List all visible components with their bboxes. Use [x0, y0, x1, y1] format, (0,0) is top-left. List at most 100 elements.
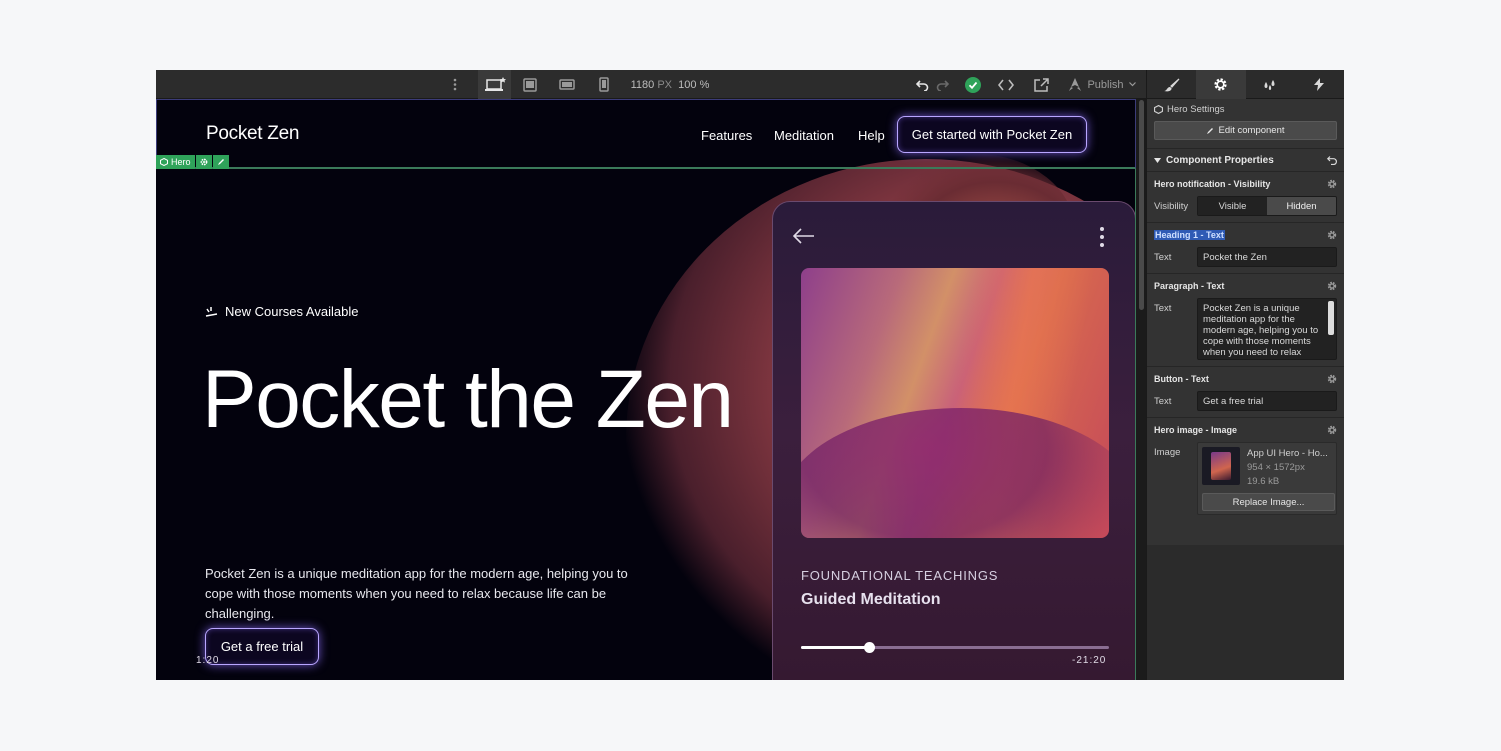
playback-progress-bar[interactable]	[801, 642, 1109, 653]
more-vertical-icon	[1100, 227, 1104, 247]
hero-paragraph: Pocket Zen is a unique meditation app fo…	[205, 566, 628, 621]
heading-section-title: Heading 1 - Text	[1154, 230, 1225, 240]
hero-settings-header: Hero Settings	[1147, 99, 1344, 120]
gear-icon[interactable]	[1327, 425, 1337, 435]
button-text-input[interactable]: Get a free trial	[1197, 391, 1337, 411]
undo-icon[interactable]	[912, 70, 932, 99]
desktop-breakpoint-icon[interactable]	[478, 70, 511, 99]
hero-tag-settings[interactable]	[195, 155, 212, 169]
nav-link-features[interactable]: Features	[701, 128, 752, 143]
replace-image-button[interactable]: Replace Image...	[1202, 493, 1335, 511]
free-trial-button[interactable]: Get a free trial	[205, 628, 319, 665]
nav-link-help[interactable]: Help	[858, 128, 885, 143]
hero-component-tag[interactable]: Hero	[156, 155, 230, 169]
panel-body: Hero Settings Edit component Component P…	[1147, 99, 1344, 545]
gear-icon	[1214, 78, 1227, 91]
hero-tag-text: Hero	[171, 157, 191, 167]
course-title: Guided Meditation	[801, 591, 941, 608]
image-meta: App UI Hero - Ho... 954 × 1572px 19.6 kB	[1247, 447, 1328, 489]
gear-icon	[200, 158, 207, 166]
visibility-toggle[interactable]: Visible Hidden	[1197, 196, 1337, 216]
site-status-check-icon[interactable]	[961, 70, 985, 99]
heading-text-label: Text	[1154, 252, 1172, 263]
image-size: 19.6 kB	[1247, 476, 1280, 487]
rocket-icon	[1069, 78, 1082, 91]
hero-tag-edit[interactable]	[212, 155, 229, 169]
course-eyebrow: FOUNDATIONAL TEACHINGS	[801, 568, 999, 583]
code-icon[interactable]	[994, 70, 1018, 99]
heading-section-header: Heading 1 - Text	[1154, 223, 1337, 247]
share-icon[interactable]	[1029, 70, 1053, 99]
tablet-breakpoint-icon[interactable]	[555, 70, 579, 99]
publish-button[interactable]: Publish	[1062, 70, 1142, 99]
paragraph-section-header: Paragraph - Text	[1154, 274, 1337, 298]
heading-section: Heading 1 - Text Text Pocket the Zen	[1147, 223, 1344, 274]
image-section-header: Hero image - Image	[1154, 418, 1337, 442]
image-dimensions: 954 × 1572px	[1247, 462, 1305, 473]
textarea-scrollbar[interactable]	[1328, 301, 1334, 335]
image-section: Hero image - Image Image App UI Hero - H…	[1147, 418, 1344, 521]
hero-tag-label[interactable]: Hero	[156, 155, 195, 169]
component-properties-title: Component Properties	[1166, 154, 1274, 166]
redo-icon[interactable]	[932, 70, 952, 99]
paragraph-text-textarea[interactable]: Pocket Zen is a unique meditation app fo…	[1197, 298, 1337, 360]
edit-component-button[interactable]: Edit component	[1154, 121, 1337, 140]
gear-icon[interactable]	[1327, 179, 1337, 189]
playback-progress-fill	[801, 646, 869, 649]
component-properties-header[interactable]: Component Properties	[1147, 148, 1344, 172]
visibility-section-header: Hero notification - Visibility	[1154, 172, 1337, 196]
visibility-section-title: Hero notification - Visibility	[1154, 179, 1271, 189]
mobile-breakpoint-icon[interactable]	[594, 70, 614, 99]
button-text-field: Text Get a free trial	[1154, 391, 1337, 417]
gear-icon[interactable]	[1327, 281, 1337, 291]
component-icon	[1154, 105, 1163, 114]
image-name: App UI Hero - Ho...	[1247, 448, 1328, 459]
design-canvas[interactable]: Pocket Zen Features Meditation Help Get …	[156, 99, 1136, 680]
settings-panel: Hero Settings Edit component Component P…	[1146, 70, 1344, 680]
canvas-width: 1180	[630, 78, 655, 91]
time-remaining: -21:20	[1072, 655, 1107, 666]
designer-window: 1180 PX 100 % Publish Pocket Zen Feature…	[156, 70, 1344, 680]
new-courses-notification: New Courses Available	[205, 304, 358, 319]
site-navbar[interactable]: Pocket Zen Features Meditation Help Get …	[156, 99, 1136, 169]
hero-heading: Pocket the Zen	[202, 354, 734, 445]
image-field: Image App UI Hero - Ho... 954 × 1572px 1…	[1154, 442, 1337, 521]
visibility-label: Visibility	[1154, 201, 1189, 212]
gear-icon[interactable]	[1327, 374, 1337, 384]
visibility-hidden-option[interactable]: Hidden	[1267, 197, 1336, 215]
panel-tabs	[1147, 70, 1344, 99]
image-thumbnail[interactable]	[1202, 447, 1240, 485]
heading-text-input[interactable]: Pocket the Zen	[1197, 247, 1337, 267]
paragraph-text-label: Text	[1154, 303, 1172, 314]
nav-link-meditation[interactable]: Meditation	[774, 128, 834, 143]
publish-label: Publish	[1087, 78, 1124, 91]
canvas-scrollbar-thumb[interactable]	[1139, 100, 1144, 310]
gear-icon[interactable]	[1327, 230, 1337, 240]
caret-down-icon	[1154, 157, 1161, 163]
laptop-breakpoint-icon[interactable]	[518, 70, 542, 99]
interactions-tab[interactable]	[1246, 70, 1295, 99]
drops-icon	[1264, 79, 1275, 90]
actions-tab[interactable]	[1295, 70, 1344, 99]
visibility-visible-option[interactable]: Visible	[1198, 197, 1267, 215]
style-tab[interactable]	[1147, 70, 1196, 99]
settings-tab[interactable]	[1196, 70, 1246, 99]
zoom-level: 100 %	[678, 78, 710, 91]
paintbrush-icon	[1163, 78, 1180, 91]
image-label: Image	[1154, 447, 1181, 458]
paragraph-section: Paragraph - Text Text Pocket Zen is a un…	[1147, 274, 1344, 367]
pencil-icon	[217, 159, 224, 165]
reset-icon[interactable]	[1327, 155, 1337, 165]
nav-cta-button[interactable]: Get started with Pocket Zen	[897, 116, 1087, 153]
paragraph-text-field: Text Pocket Zen is a unique meditation a…	[1154, 298, 1337, 366]
paragraph-text-value: Pocket Zen is a unique meditation app fo…	[1203, 303, 1319, 358]
edit-component-label: Edit component	[1218, 125, 1285, 136]
playback-scrubber-handle[interactable]	[863, 642, 875, 653]
hero-image-phone-mockup[interactable]: FOUNDATIONAL TEACHINGS Guided Meditation	[772, 201, 1136, 680]
image-picker: App UI Hero - Ho... 954 × 1572px 19.6 kB…	[1197, 442, 1337, 515]
button-section-title: Button - Text	[1154, 374, 1209, 384]
brand-logo[interactable]: Pocket Zen	[206, 123, 299, 145]
canvas-unit: PX	[657, 78, 673, 91]
heading-text-field: Text Pocket the Zen	[1154, 247, 1337, 273]
more-vertical-icon[interactable]	[446, 70, 464, 99]
